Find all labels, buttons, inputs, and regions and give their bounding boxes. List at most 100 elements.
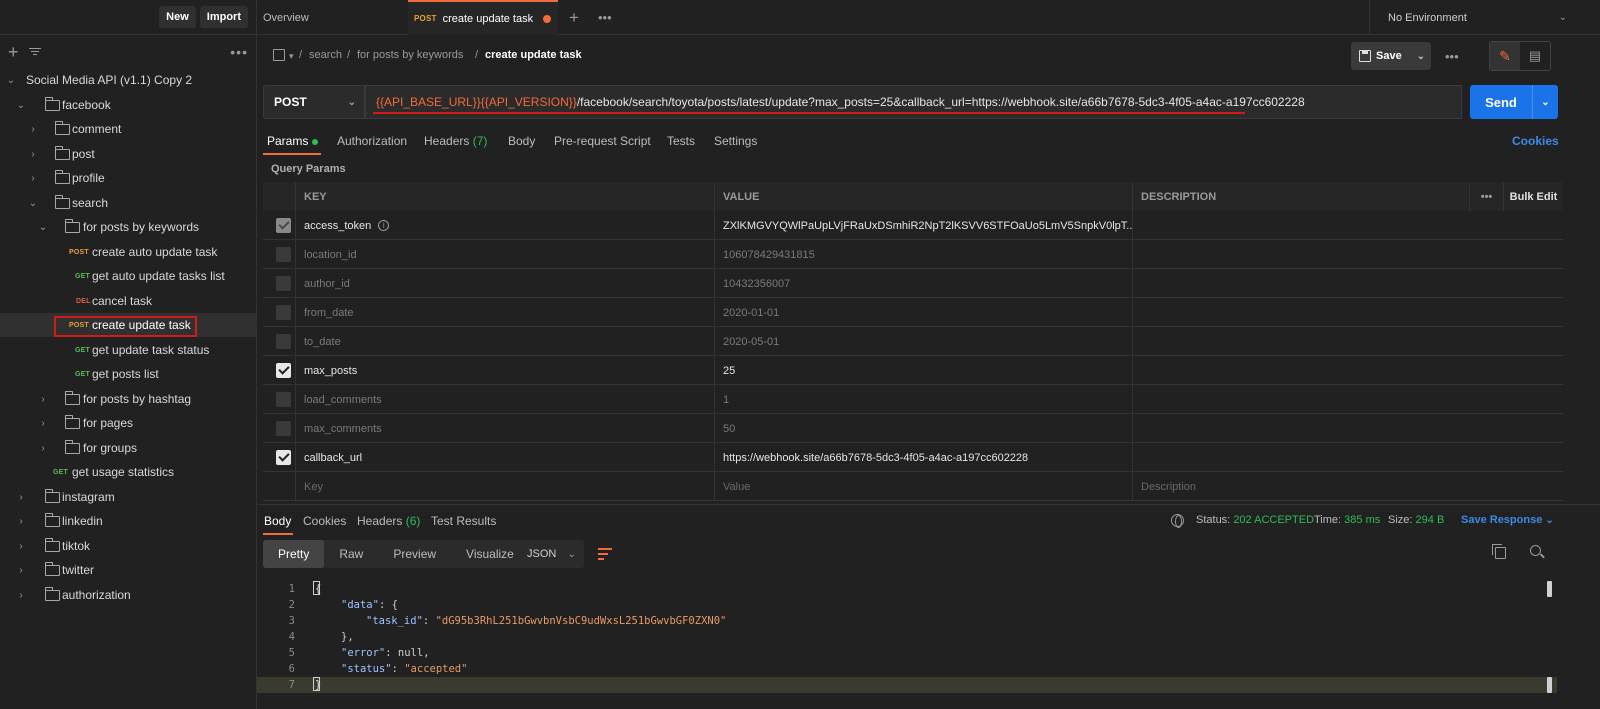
tab-overview[interactable]: Overview (263, 0, 408, 35)
chevron-down-icon[interactable]: ⌄ (16, 100, 26, 111)
param-value[interactable]: https://webhook.site/a66b7678-5dc3-4f05-… (714, 443, 1132, 472)
param-checkbox[interactable] (276, 392, 291, 407)
send-button[interactable]: Send ⌄ (1470, 85, 1558, 119)
tab-pre-request-script[interactable]: Pre-request Script (554, 134, 651, 148)
chevron-down-icon[interactable]: ⌄ (1532, 85, 1558, 119)
tabs-more-icon[interactable]: ••• (598, 0, 612, 35)
tab-body[interactable]: Body (508, 134, 535, 148)
param-key[interactable]: callback_url (295, 443, 714, 472)
param-description[interactable] (1132, 443, 1563, 472)
chevron-right-icon[interactable]: › (28, 149, 38, 160)
param-key[interactable]: from_date (295, 298, 714, 327)
filter-icon[interactable] (28, 48, 41, 55)
param-checkbox[interactable] (276, 334, 291, 349)
tab-settings[interactable]: Settings (714, 134, 757, 148)
chevron-right-icon[interactable]: › (16, 516, 26, 527)
tab-headers[interactable]: Headers (7) (424, 134, 487, 148)
param-description[interactable] (1132, 327, 1563, 356)
param-key[interactable]: author_id (295, 269, 714, 298)
param-value[interactable]: 50 (714, 414, 1132, 443)
param-key[interactable]: to_date (295, 327, 714, 356)
breadcrumb-for-posts-by-keywords[interactable]: for posts by keywords (357, 49, 463, 61)
tree-request-get-auto-update-tasks-list[interactable]: GET get auto update tasks list (0, 264, 256, 288)
tree-folder-instagram[interactable]: › instagram (0, 485, 256, 509)
param-description[interactable] (1132, 414, 1563, 443)
breadcrumb-search[interactable]: search (309, 49, 342, 61)
param-checkbox[interactable] (276, 421, 291, 436)
table-more-icon[interactable]: ••• (1469, 182, 1503, 211)
tree-folder-linkedin[interactable]: › linkedin (0, 509, 256, 533)
new-description-input[interactable]: Description (1132, 472, 1563, 501)
tree-folder-profile[interactable]: › profile (0, 166, 256, 190)
tree-folder-authorization[interactable]: › authorization (0, 583, 256, 607)
environment-select[interactable]: No Environment ⌄ (1369, 0, 1569, 35)
new-key-input[interactable]: Key (295, 472, 714, 501)
tree-folder-post[interactable]: › post (0, 142, 256, 166)
language-select[interactable]: JSON ⌄ (517, 540, 584, 568)
chevron-right-icon[interactable]: › (16, 492, 26, 503)
tree-request-create-auto-update-task[interactable]: POST create auto update task (0, 240, 256, 264)
tree-request-get-update-task-status[interactable]: GET get update task status (0, 338, 256, 362)
import-button[interactable]: Import (199, 6, 248, 28)
chevron-down-icon[interactable]: ⌄ (1417, 51, 1425, 62)
tree-folder-for-pages[interactable]: › for pages (0, 411, 256, 435)
chevron-right-icon[interactable]: › (28, 173, 38, 184)
scrollbar-thumb[interactable] (1547, 677, 1552, 693)
copy-icon[interactable] (1492, 544, 1506, 559)
search-icon[interactable] (1530, 545, 1541, 556)
globe-icon[interactable] (1171, 514, 1184, 528)
param-checkbox[interactable] (276, 276, 291, 291)
chevron-right-icon[interactable]: › (38, 418, 48, 429)
param-value[interactable]: ZXlKMGVYQWlPaUpLVjFRaUxDSmhiR2NpT2lKSVV6… (714, 211, 1132, 240)
tree-folder-for-posts-by-hashtag[interactable]: › for posts by hashtag (0, 387, 256, 411)
tree-folder-tiktok[interactable]: › tiktok (0, 534, 256, 558)
param-description[interactable] (1132, 298, 1563, 327)
wrap-lines-icon[interactable] (596, 545, 614, 561)
param-key[interactable]: access_token i (295, 211, 714, 240)
param-description[interactable] (1132, 240, 1563, 269)
tree-folder-facebook[interactable]: ⌄ facebook (0, 93, 256, 117)
chevron-right-icon[interactable]: › (16, 565, 26, 576)
chevron-down-icon[interactable]: ⌄ (38, 222, 48, 233)
pencil-icon[interactable]: ✎ (1490, 42, 1520, 70)
new-button[interactable]: New (159, 6, 196, 28)
param-description[interactable] (1132, 385, 1563, 414)
chevron-right-icon[interactable]: › (28, 124, 38, 135)
param-value[interactable]: 2020-05-01 (714, 327, 1132, 356)
param-checkbox[interactable] (276, 218, 291, 233)
scrollbar-thumb[interactable] (1547, 581, 1552, 597)
param-description[interactable] (1132, 211, 1563, 240)
format-pretty[interactable]: Pretty (263, 540, 325, 568)
tree-folder-for-groups[interactable]: › for groups (0, 436, 256, 460)
new-value-input[interactable]: Value (714, 472, 1132, 501)
response-tab-headers[interactable]: Headers (6) (357, 514, 420, 528)
method-select[interactable]: POST ⌄ (263, 85, 365, 119)
chevron-right-icon[interactable]: › (16, 590, 26, 601)
tree-folder-search[interactable]: ⌄ search (0, 191, 256, 215)
param-key[interactable]: load_comments (295, 385, 714, 414)
tree-folder-comment[interactable]: › comment (0, 117, 256, 141)
bulk-edit-button[interactable]: Bulk Edit (1503, 182, 1563, 211)
cookies-link[interactable]: Cookies (1512, 134, 1559, 148)
sidebar-search-input[interactable] (51, 41, 221, 63)
param-key[interactable]: max_comments (295, 414, 714, 443)
param-checkbox[interactable] (276, 450, 291, 465)
param-value[interactable]: 10432356007 (714, 269, 1132, 298)
tree-request-get-usage-statistics[interactable]: GET get usage statistics (0, 460, 256, 484)
tree-request-get-posts-list[interactable]: GET get posts list (0, 362, 256, 386)
tree-folder-twitter[interactable]: › twitter (0, 558, 256, 582)
param-description[interactable] (1132, 269, 1563, 298)
request-more-icon[interactable]: ••• (1445, 49, 1459, 64)
chevron-down-icon[interactable]: ⌄ (28, 198, 38, 209)
chevron-right-icon[interactable]: › (38, 394, 48, 405)
tab-create-update-task[interactable]: POST create update task (408, 0, 558, 35)
response-tab-cookies[interactable]: Cookies (303, 514, 346, 528)
response-tab-test-results[interactable]: Test Results (431, 514, 496, 528)
param-key[interactable]: max_posts (295, 356, 714, 385)
tree-collection-social-media-api[interactable]: ⌄ Social Media API (v1.1) Copy 2 (0, 68, 256, 92)
param-description[interactable] (1132, 356, 1563, 385)
save-button[interactable]: Save ⌄ (1351, 42, 1431, 70)
param-value[interactable]: 25 (714, 356, 1132, 385)
param-value[interactable]: 2020-01-01 (714, 298, 1132, 327)
param-checkbox[interactable] (276, 247, 291, 262)
